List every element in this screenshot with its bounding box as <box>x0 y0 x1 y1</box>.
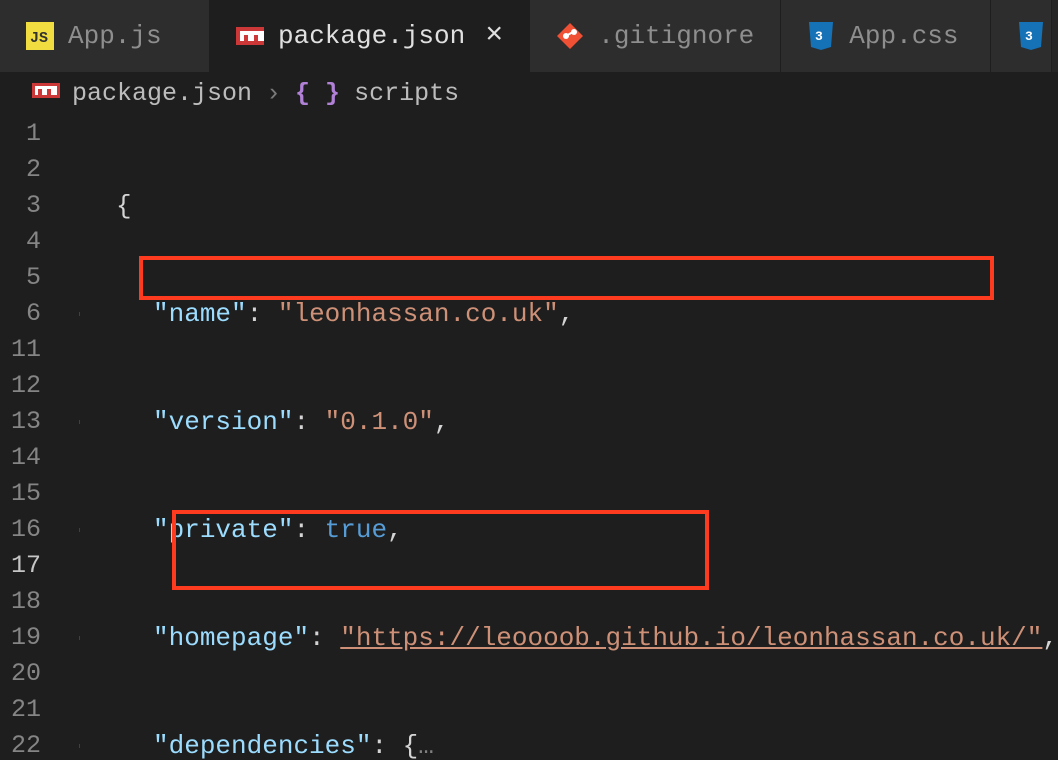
highlight-homepage <box>139 256 994 300</box>
close-icon[interactable]: × <box>485 21 503 51</box>
git-file-icon <box>556 22 584 50</box>
json-object-icon: { } <box>295 79 340 108</box>
line-number: 18 <box>0 584 41 620</box>
css-file-icon: 3 <box>1017 22 1045 50</box>
line-number: 11 <box>0 332 41 368</box>
code-editor[interactable]: 1 2 3 4 5 6 11 12 13 14 15 16 17 18 19 2… <box>0 116 1058 760</box>
tab-label: package.json <box>278 21 465 51</box>
tab-app-js[interactable]: JS App.js <box>0 0 210 72</box>
npm-file-icon <box>236 22 264 50</box>
js-file-icon: JS <box>26 22 54 50</box>
svg-text:3: 3 <box>815 29 823 44</box>
line-number: 12 <box>0 368 41 404</box>
line-number-gutter: 1 2 3 4 5 6 11 12 13 14 15 16 17 18 19 2… <box>0 116 69 760</box>
line-number: 19 <box>0 620 41 656</box>
svg-text:3: 3 <box>1025 29 1033 44</box>
line-number: 2 <box>0 152 41 188</box>
line-number: 20 <box>0 656 41 692</box>
line-number: 21 <box>0 692 41 728</box>
tab-app-css[interactable]: 3 App.css <box>781 0 991 72</box>
tab-gitignore[interactable]: .gitignore <box>530 0 781 72</box>
line-number: 4 <box>0 224 41 260</box>
line-number: 13 <box>0 404 41 440</box>
line-number: 17 <box>0 548 41 584</box>
line-number: 16 <box>0 512 41 548</box>
line-number: 14 <box>0 440 41 476</box>
line-number: 3 <box>0 188 41 224</box>
code-content[interactable]: { "name": "leonhassan.co.uk", "version":… <box>69 116 1058 760</box>
line-number: 1 <box>0 116 41 152</box>
tab-truncated[interactable]: 3 <box>991 0 1052 72</box>
svg-text:JS: JS <box>30 30 48 47</box>
npm-file-icon <box>32 83 58 105</box>
line-number: 6 <box>0 296 41 332</box>
tab-label: App.js <box>68 21 162 51</box>
breadcrumb-section[interactable]: scripts <box>354 79 459 108</box>
tab-label: .gitignore <box>598 21 754 51</box>
css-file-icon: 3 <box>807 22 835 50</box>
breadcrumb-file[interactable]: package.json <box>72 79 252 108</box>
line-number: 5 <box>0 260 41 296</box>
tab-label: App.css <box>849 21 958 51</box>
breadcrumb: package.json › { } scripts <box>0 72 1058 116</box>
chevron-right-icon: › <box>266 79 281 108</box>
editor-tab-bar: JS App.js package.json × .gitignore 3 Ap… <box>0 0 1058 72</box>
line-number: 22 <box>0 728 41 760</box>
tab-package-json[interactable]: package.json × <box>210 0 530 72</box>
line-number: 15 <box>0 476 41 512</box>
